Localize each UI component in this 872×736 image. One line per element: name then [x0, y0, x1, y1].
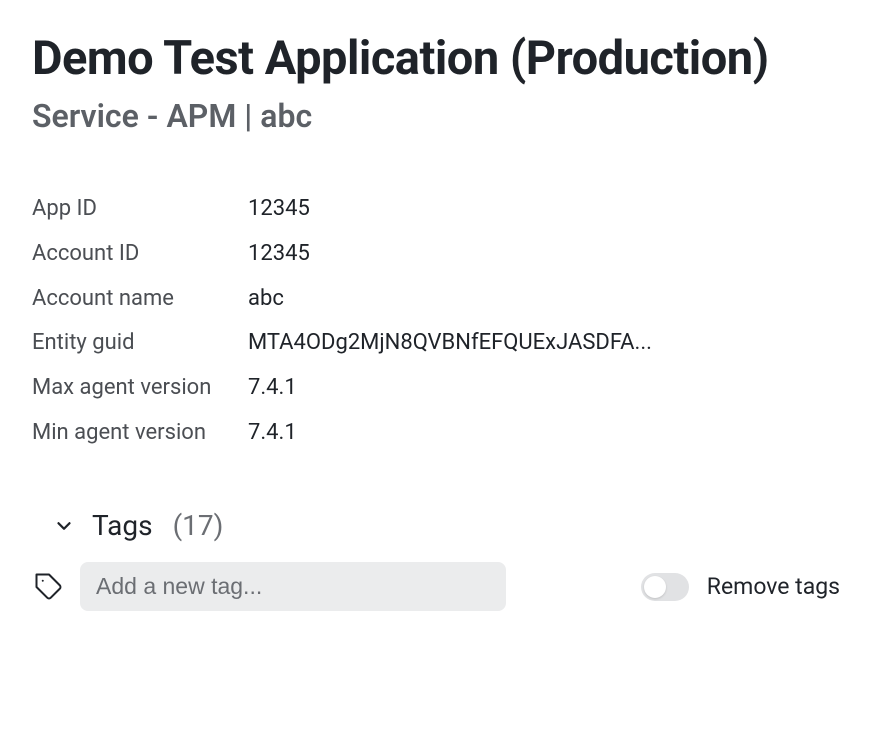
meta-label-account-id: Account ID [32, 238, 248, 270]
meta-label-min-agent: Min agent version [32, 417, 248, 449]
tag-icon [32, 570, 66, 604]
page-subtitle: Service - APM | abc [32, 97, 840, 135]
tags-count: (17) [173, 509, 224, 542]
chevron-down-icon [50, 512, 78, 540]
toggle-knob [644, 576, 666, 598]
tags-header[interactable]: Tags (17) [50, 509, 840, 542]
meta-value-app-id: 12345 [248, 193, 840, 225]
meta-value-max-agent: 7.4.1 [248, 372, 840, 404]
meta-value-account-id: 12345 [248, 238, 840, 270]
add-tag-input[interactable] [80, 562, 506, 611]
meta-label-app-id: App ID [32, 193, 248, 225]
tags-controls: Remove tags [32, 562, 840, 611]
meta-label-max-agent: Max agent version [32, 372, 248, 404]
remove-tags-toggle[interactable] [641, 573, 689, 601]
tags-title: Tags [92, 509, 153, 542]
tags-section: Tags (17) Remove tags [50, 509, 840, 611]
meta-label-entity-guid: Entity guid [32, 327, 248, 359]
meta-label-account-name: Account name [32, 283, 248, 315]
remove-tags-control: Remove tags [641, 573, 840, 601]
meta-value-entity-guid: MTA4ODg2MjN8QVBNfEFQUExJASDFA... [248, 327, 840, 359]
meta-value-min-agent: 7.4.1 [248, 417, 840, 449]
metadata-table: App ID 12345 Account ID 12345 Account na… [32, 193, 840, 449]
page-title: Demo Test Application (Production) [32, 30, 840, 89]
meta-value-account-name: abc [248, 283, 840, 315]
remove-tags-label: Remove tags [707, 573, 840, 600]
